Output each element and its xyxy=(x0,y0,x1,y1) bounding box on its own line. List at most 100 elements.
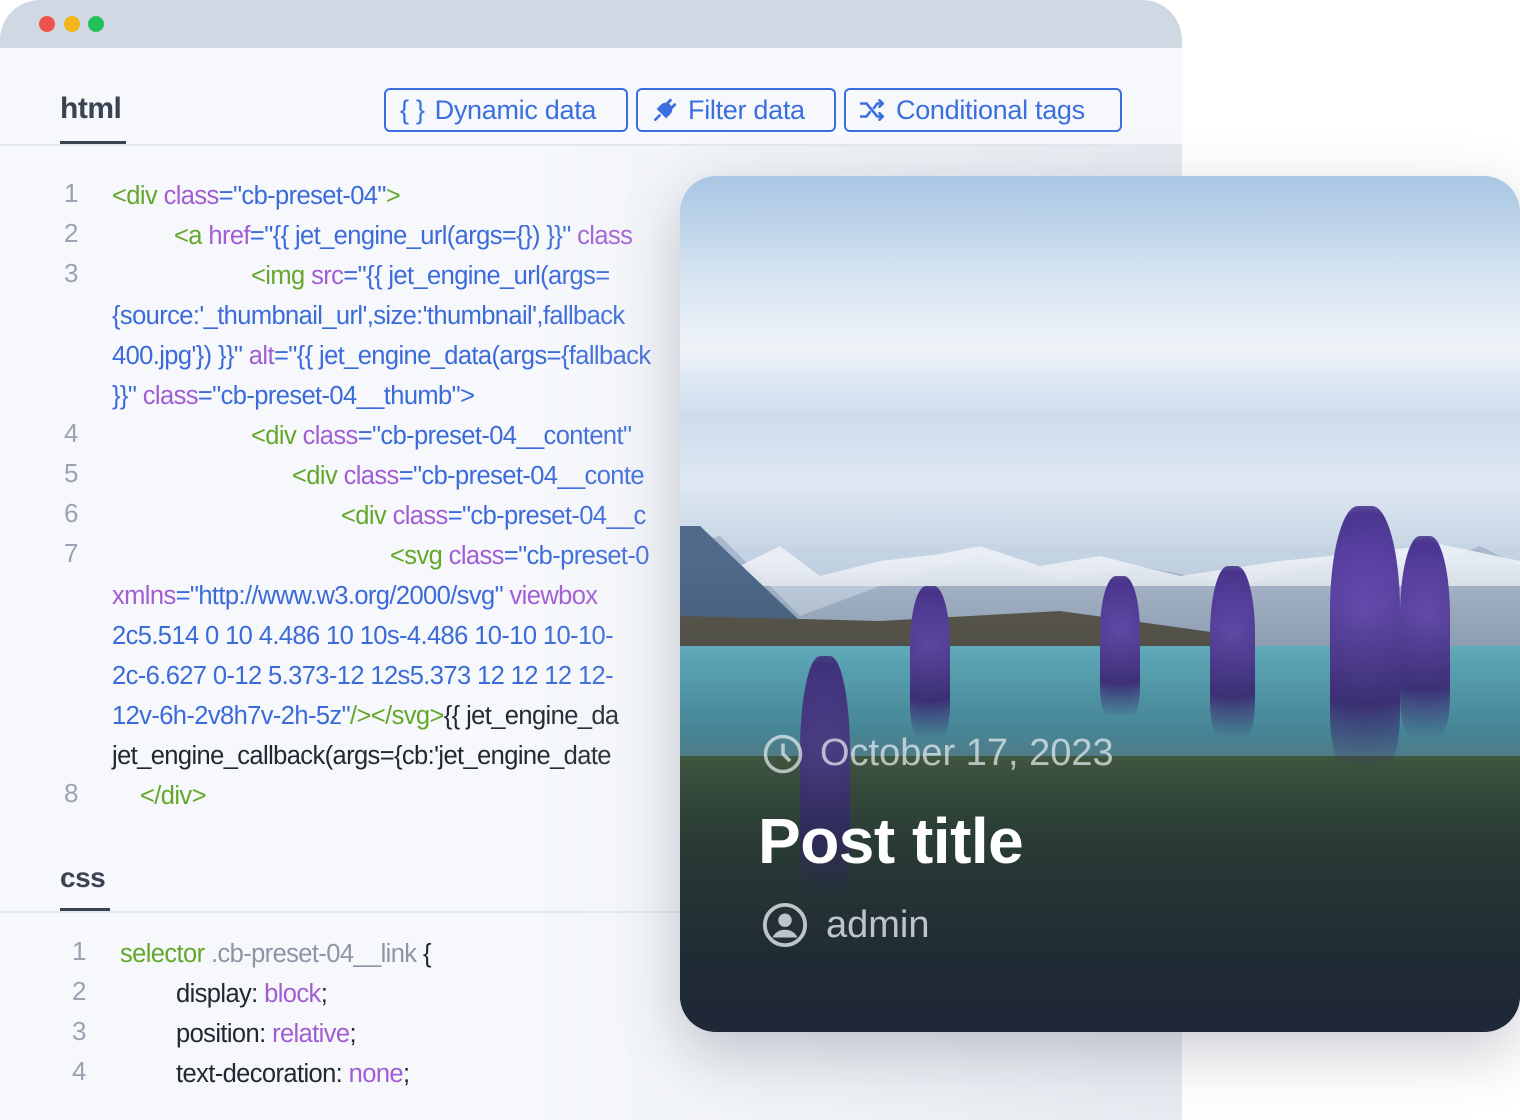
line-number: 4 xyxy=(72,1056,87,1086)
code-token: class xyxy=(343,462,400,490)
code-token: jet_engine_callback(args={cb:'jet_engine… xyxy=(112,742,611,770)
code-line: xmlns="http://www.w3.org/2000/svg" viewb… xyxy=(112,576,599,616)
post-date-text: October 17, 2023 xyxy=(820,732,1114,774)
code-token: href xyxy=(208,222,250,250)
post-preview-card[interactable]: October 17, 2023 Post title admin xyxy=(680,176,1520,1032)
code-token: class xyxy=(163,182,220,210)
code-token: ="cb-preset-04__c xyxy=(447,502,647,530)
post-date: October 17, 2023 xyxy=(762,732,1114,775)
tab-css[interactable]: css xyxy=(60,862,106,894)
code-line: selector .cb-preset-04__link { xyxy=(120,934,431,974)
code-token: ="cb-preset-04__thumb" xyxy=(197,382,461,410)
filter-data-label: Filter data xyxy=(688,94,805,125)
line-number: 5 xyxy=(64,458,79,488)
code-token: <a xyxy=(174,222,209,250)
conditional-tags-label: Conditional tags xyxy=(896,94,1085,125)
code-token: 2c-6.627 0-12 5.373-12 12s5.373 12 12 12… xyxy=(112,662,614,690)
code-token: ; xyxy=(320,980,328,1008)
code-line: position: relative; xyxy=(176,1014,357,1054)
code-token: { xyxy=(422,940,432,968)
code-token: class xyxy=(577,222,633,250)
code-token: xmlns xyxy=(112,582,176,610)
code-line: 400.jpg'}) }}" alt="{{ jet_engine_data(a… xyxy=(112,336,651,376)
post-author[interactable]: admin xyxy=(762,902,930,948)
code-token: class xyxy=(392,502,449,530)
code-token: ="{{ jet_engine_data(args={fallback xyxy=(273,342,651,370)
code-line: }}" class="cb-preset-04__thumb"> xyxy=(112,376,475,416)
code-line: <a href="{{ jet_engine_url(args={}) }}" … xyxy=(174,216,633,256)
clock-icon xyxy=(762,733,804,775)
filter-data-button[interactable]: Filter data xyxy=(636,88,836,132)
code-line: <div class="cb-preset-04__conte xyxy=(292,456,645,496)
code-token: ="{{ jet_engine_url(args= xyxy=(343,262,610,290)
post-author-text: admin xyxy=(826,903,930,946)
code-token: block xyxy=(264,980,321,1008)
code-token: src xyxy=(311,262,344,290)
code-token: ="cb-preset-0 xyxy=(503,542,650,570)
line-number: 4 xyxy=(64,418,79,448)
code-token: ="cb-preset-04__conte xyxy=(398,462,645,490)
code-token: <div xyxy=(341,502,393,530)
code-token: selector xyxy=(120,940,211,968)
code-token: text-decoration: xyxy=(176,1060,349,1088)
code-token: relative xyxy=(272,1020,350,1048)
code-token: ; xyxy=(349,1020,356,1048)
line-number: 3 xyxy=(72,1016,87,1046)
code-token: <img xyxy=(251,262,312,290)
code-token: ="{{ jet_engine_url(args={}) }}" xyxy=(249,222,578,250)
code-token: > xyxy=(385,182,401,210)
code-token: }}" xyxy=(112,382,143,410)
code-token: <div xyxy=(292,462,344,490)
tab-html[interactable]: html xyxy=(60,92,122,126)
code-token: <div xyxy=(251,422,303,450)
code-token: ="cb-preset-04__content" xyxy=(357,422,632,450)
divider xyxy=(0,144,1182,146)
code-token: position: xyxy=(176,1020,273,1048)
code-line: jet_engine_callback(args={cb:'jet_engine… xyxy=(112,736,611,776)
code-token: ; xyxy=(402,1060,410,1088)
code-line: </div> xyxy=(140,776,206,816)
title-bar xyxy=(0,0,1182,48)
code-line: <img src="{{ jet_engine_url(args= xyxy=(251,256,610,296)
code-line: display: block; xyxy=(176,974,328,1014)
curly-braces-icon: { } xyxy=(400,94,425,125)
code-token: class xyxy=(302,422,359,450)
code-line: text-decoration: none; xyxy=(176,1054,410,1094)
code-token: > xyxy=(460,382,475,410)
conditional-tags-button[interactable]: Conditional tags xyxy=(844,88,1122,132)
code-line: 12v-6h-2v8h7v-2h-5z"/></svg>{{ jet_engin… xyxy=(112,696,619,736)
code-token: alt xyxy=(248,342,275,370)
code-token: <svg xyxy=(390,542,449,570)
code-token: viewbox xyxy=(509,582,599,610)
minimize-dot[interactable] xyxy=(64,16,80,32)
code-token: none xyxy=(348,1060,404,1088)
code-line: <div class="cb-preset-04"> xyxy=(112,176,401,216)
code-line: <div class="cb-preset-04__content" xyxy=(251,416,632,456)
code-token: </div> xyxy=(140,782,206,810)
shuffle-icon xyxy=(860,99,886,121)
code-token: {source:'_thumbnail_url',size:'thumbnail… xyxy=(112,302,625,330)
line-number: 3 xyxy=(64,258,79,288)
maximize-dot[interactable] xyxy=(88,16,104,32)
code-line: 2c5.514 0 10 4.486 10 10s-4.486 10-10 10… xyxy=(112,616,614,656)
code-token: class xyxy=(448,542,505,570)
code-line: <svg class="cb-preset-0 xyxy=(390,536,650,576)
code-token: {{ jet_engine_da xyxy=(443,702,619,730)
plug-icon xyxy=(652,97,678,123)
code-token: ="http://www.w3.org/2000/svg" xyxy=(175,582,510,610)
line-number: 8 xyxy=(64,778,79,808)
code-token: class xyxy=(142,382,199,410)
close-dot[interactable] xyxy=(39,16,55,32)
line-number: 2 xyxy=(72,976,87,1006)
dynamic-data-label: Dynamic data xyxy=(434,94,597,125)
post-title[interactable]: Post title xyxy=(758,804,1024,878)
code-token: 2c5.514 0 10 4.486 10 10s-4.486 10-10 10… xyxy=(112,622,614,650)
dynamic-data-button[interactable]: { } Dynamic data xyxy=(384,88,628,132)
user-circle-icon xyxy=(762,902,808,948)
line-number: 1 xyxy=(64,178,79,208)
code-line: 2c-6.627 0-12 5.373-12 12s5.373 12 12 12… xyxy=(112,656,614,696)
code-token: <div xyxy=(112,182,164,210)
code-token: ="cb-preset-04" xyxy=(218,182,387,210)
code-token: 400.jpg'}) }}" xyxy=(112,342,249,370)
line-number: 2 xyxy=(64,218,79,248)
